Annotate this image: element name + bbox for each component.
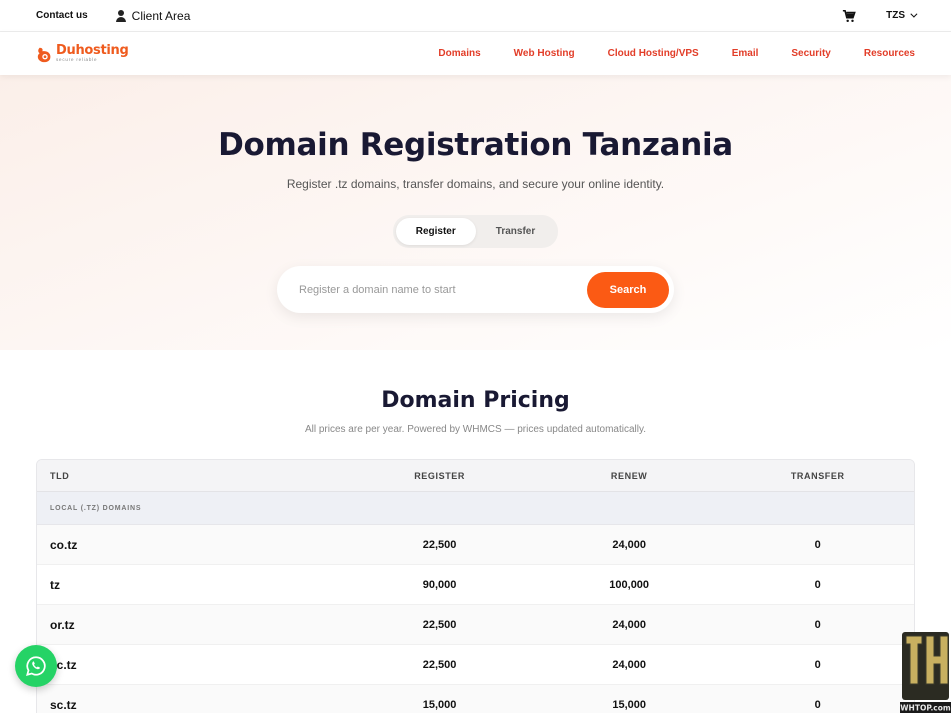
user-icon (115, 9, 126, 22)
tld-cell: co.tz (50, 537, 78, 552)
top-bar: Contact us Client Area TZS (0, 0, 951, 32)
tab-register[interactable]: Register (395, 218, 476, 245)
hero-section: Domain Registration Tanzania Register .t… (0, 75, 951, 350)
tld-cell: or.tz (50, 617, 75, 632)
table-row: co.tz 22,500 24,000 0 (37, 525, 914, 565)
register-price-cell: 90,000 (422, 578, 457, 591)
page-title: Domain Registration Tanzania (218, 127, 733, 163)
table-header: TLD REGISTER RENEW TRANSFER (37, 460, 914, 492)
logo-name: Duhosting (56, 43, 129, 59)
pricing-note: All prices are per year. Powered by WHMC… (304, 424, 647, 435)
transfer-price-cell: 0 (814, 698, 821, 711)
pricing-table: TLD REGISTER RENEW TRANSFER LOCAL (.TZ) … (36, 459, 915, 713)
pricing-title: Domain Pricing (381, 388, 570, 413)
table-row: ac.tz 22,500 24,000 0 (37, 645, 914, 685)
client-area-label: Client Area (131, 8, 191, 23)
tld-cell: ac.tz (50, 657, 77, 672)
currency-label: TZS (886, 10, 905, 21)
register-price-cell: 22,500 (422, 618, 457, 631)
domain-search-bar: Search (277, 266, 674, 313)
whatsapp-button[interactable] (15, 645, 57, 687)
logo[interactable]: Duhosting secure reliable (36, 44, 129, 63)
search-button[interactable]: Search (587, 271, 669, 308)
table-row: or.tz 22,500 24,000 0 (37, 605, 914, 645)
tld-cell: tz (50, 577, 60, 592)
table-group-label: LOCAL (.TZ) DOMAINS (37, 492, 914, 525)
nav-resources[interactable]: Resources (864, 48, 915, 59)
transfer-price-cell: 0 (814, 538, 821, 551)
tab-transfer[interactable]: Transfer (476, 218, 555, 245)
table-row: sc.tz 15,000 15,000 0 (37, 685, 914, 713)
main-nav: Duhosting secure reliable Domains Web Ho… (0, 32, 951, 75)
renew-price-cell: 24,000 (612, 538, 646, 551)
hero-subtitle: Register .tz domains, transfer domains, … (286, 177, 665, 191)
client-area-link[interactable]: Client Area (115, 8, 191, 23)
pricing-section: Domain Pricing All prices are per year. … (0, 350, 951, 713)
logo-mark-icon (37, 47, 51, 62)
renew-price-cell: 100,000 (609, 578, 650, 591)
col-header-renew: RENEW (610, 470, 648, 481)
transfer-price-cell: 0 (814, 658, 821, 671)
col-header-transfer: TRANSFER (790, 470, 845, 481)
register-price-cell: 22,500 (422, 658, 457, 671)
table-row: tz 90,000 100,000 0 (37, 565, 914, 605)
renew-price-cell: 24,000 (612, 658, 646, 671)
chevron-down-icon (910, 10, 918, 18)
transfer-price-cell: 0 (814, 578, 821, 591)
whatsapp-icon (26, 656, 46, 676)
cart-icon[interactable] (842, 9, 856, 23)
currency-selector[interactable]: TZS (886, 10, 918, 21)
nav-email[interactable]: Email (732, 48, 759, 59)
register-price-cell: 15,000 (422, 698, 457, 711)
nav-domains[interactable]: Domains (438, 48, 480, 59)
nav-cloud-hosting[interactable]: Cloud Hosting/VPS (608, 48, 699, 59)
domain-search-input[interactable] (299, 283, 587, 296)
nav-security[interactable]: Security (791, 48, 830, 59)
renew-price-cell: 24,000 (612, 618, 646, 631)
transfer-price-cell: 0 (814, 618, 821, 631)
logo-tagline: secure reliable (56, 57, 98, 63)
register-price-cell: 22,500 (422, 538, 457, 551)
nav-web-hosting[interactable]: Web Hosting (514, 48, 575, 59)
contact-link[interactable]: Contact us (36, 10, 88, 21)
col-header-register: REGISTER (414, 470, 465, 481)
tld-cell: sc.tz (50, 697, 77, 712)
svg-text:WHTOP.com: WHTOP.com (900, 704, 951, 713)
domain-action-tabs: Register Transfer (392, 215, 559, 248)
col-header-tld: TLD (50, 470, 70, 481)
renew-price-cell: 15,000 (612, 698, 646, 711)
watermark-logo: WHTOP.com (900, 632, 951, 713)
